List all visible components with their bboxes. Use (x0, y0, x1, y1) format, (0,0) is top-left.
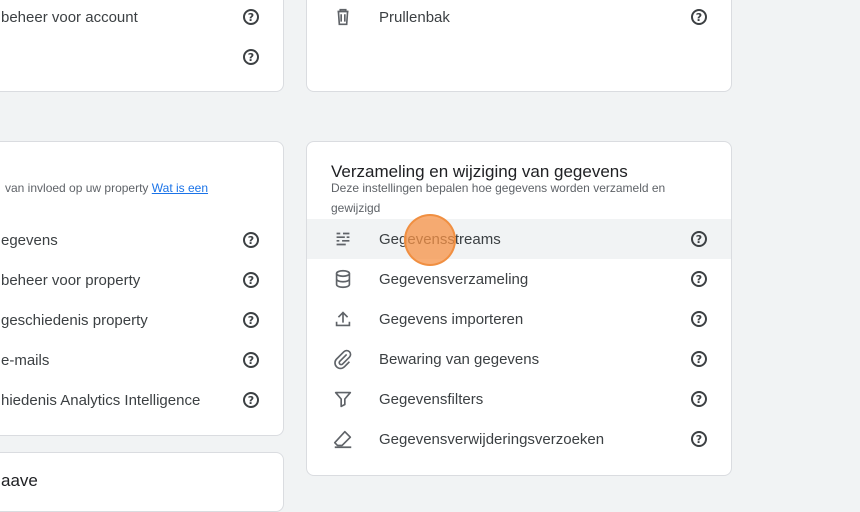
data-streams-label: Gegevensstreams (379, 230, 501, 248)
property-item[interactable]: geschiedenis property (1, 300, 283, 340)
help-icon[interactable]: ? (691, 311, 707, 327)
help-icon[interactable]: ? (243, 312, 259, 328)
account-access-management-item[interactable]: beheer voor account (1, 0, 283, 37)
bottom-settings-card: aave (0, 452, 284, 512)
data-collection-label: Gegevensverzameling (379, 270, 529, 288)
property-item[interactable]: beheer voor property (1, 260, 283, 300)
help-icon[interactable]: ? (691, 271, 707, 287)
trash-label: Prullenbak (379, 8, 450, 26)
property-item[interactable]: e-mails (1, 340, 283, 380)
data-collection-item[interactable]: Gegevensverzameling ? (307, 259, 731, 299)
what-is-a-link[interactable]: Wat is een (152, 181, 208, 195)
filter-icon (331, 387, 355, 411)
eraser-icon (331, 427, 355, 451)
account-settings-card-right: Prullenbak ? (306, 0, 732, 92)
help-icon[interactable]: ? (691, 351, 707, 367)
data-collection-card: Verzameling en wijziging van gegevens De… (306, 141, 732, 476)
help-icon[interactable]: ? (243, 9, 259, 25)
property-card-subtitle: van invloed op uw property Wat is een (5, 181, 209, 195)
help-icon[interactable]: ? (691, 231, 707, 247)
account-settings-card: beheer voor account ? ? (0, 0, 284, 92)
attachment-icon (331, 347, 355, 371)
property-item[interactable]: egevens (1, 220, 283, 260)
data-deletion-requests-item[interactable]: Gegevensverwijderingsverzoeken ? (307, 419, 731, 459)
data-deletion-requests-label: Gegevensverwijderingsverzoeken (379, 430, 605, 448)
help-icon[interactable]: ? (243, 352, 259, 368)
help-icon[interactable]: ? (691, 391, 707, 407)
help-icon[interactable]: ? (691, 9, 707, 25)
trash-item[interactable]: Prullenbak ? (307, 0, 731, 37)
property-settings-card: van invloed op uw property Wat is een eg… (0, 141, 284, 436)
data-card-subtitle: Deze instellingen bepalen hoe gegevens w… (331, 181, 666, 215)
data-streams-icon (331, 227, 355, 251)
help-icon[interactable]: ? (243, 232, 259, 248)
help-icon[interactable]: ? (243, 392, 259, 408)
upload-icon (331, 307, 355, 331)
data-import-label: Gegevens importeren (379, 310, 524, 328)
database-icon (331, 267, 355, 291)
trash-icon (331, 5, 355, 29)
data-import-item[interactable]: Gegevens importeren ? (307, 299, 731, 339)
data-filters-item[interactable]: Gegevensfilters ? (307, 379, 731, 419)
help-icon[interactable]: ? (691, 431, 707, 447)
help-icon[interactable]: ? (243, 272, 259, 288)
help-icon[interactable]: ? (243, 49, 259, 65)
data-retention-label: Bewaring van gegevens (379, 350, 540, 368)
property-item[interactable]: hiedenis Analytics Intelligence (1, 380, 283, 420)
data-streams-item[interactable]: Gegevensstreams ? (307, 219, 731, 259)
account-access-management-label: beheer voor account (1, 8, 138, 26)
data-filters-label: Gegevensfilters (379, 390, 484, 408)
bottom-card-title: aave (1, 471, 38, 490)
data-retention-item[interactable]: Bewaring van gegevens ? (307, 339, 731, 379)
